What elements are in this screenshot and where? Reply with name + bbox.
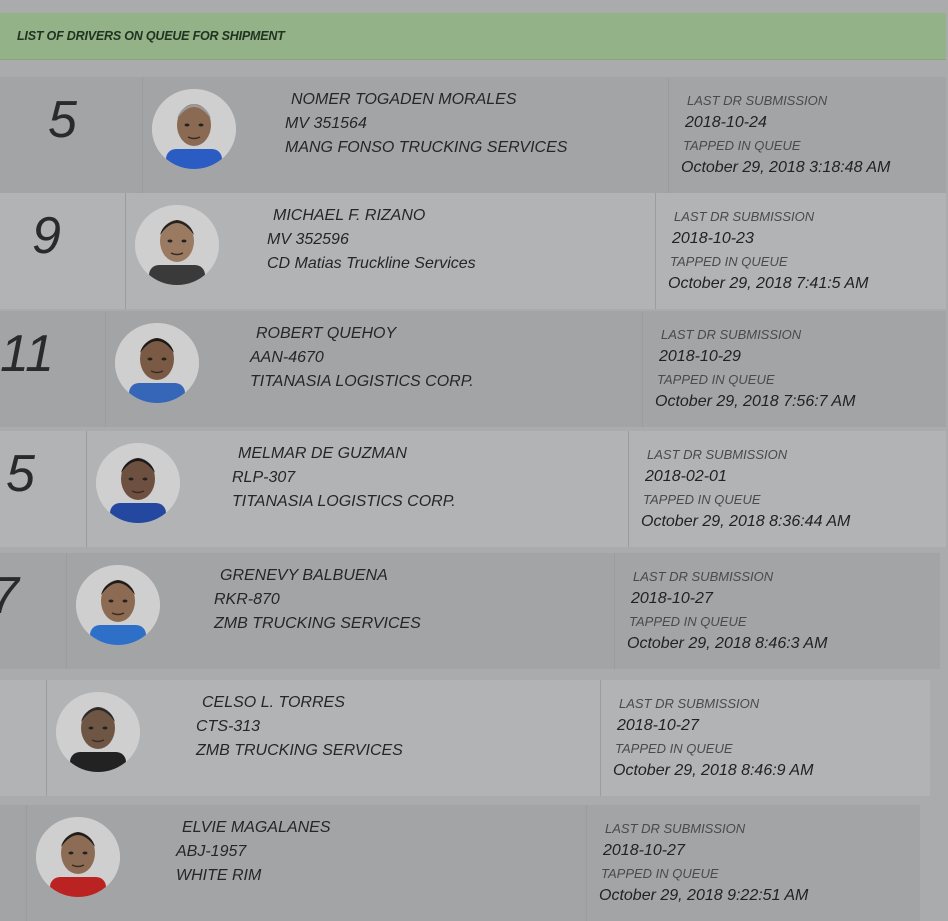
trucking-company: WHITE RIM bbox=[176, 867, 262, 884]
driver-row[interactable]: CELSO L. TORRES CTS-313 ZMB TRUCKING SERVI… bbox=[0, 680, 930, 796]
driver-name: NOMER TOGADEN MORALES bbox=[291, 91, 517, 108]
trucking-company: TITANASIA LOGISTICS CORP. bbox=[250, 373, 474, 390]
queue-number: 9 bbox=[32, 207, 61, 265]
last-dr-label: LAST DR SUBMISSION bbox=[647, 447, 788, 462]
tapped-label: TAPPED IN QUEUE bbox=[629, 614, 747, 629]
submission-info: LAST DR SUBMISSION 2018-02-01 TAPPED IN QU… bbox=[628, 431, 947, 547]
submission-info: LAST DR SUBMISSION 2018-10-23 TAPPED IN QU… bbox=[655, 193, 947, 309]
tapped-label: TAPPED IN QUEUE bbox=[670, 254, 788, 269]
queue-number-cell bbox=[0, 805, 27, 921]
truck-plate: ABJ-1957 bbox=[176, 843, 247, 860]
driver-name: MICHAEL F. RIZANO bbox=[273, 207, 426, 224]
submission-info: LAST DR SUBMISSION 2018-10-24 TAPPED IN QU… bbox=[668, 77, 947, 193]
tapped-time: October 29, 2018 8:36:44 AM bbox=[641, 513, 851, 530]
trucking-company: MANG FONSO TRUCKING SERVICES bbox=[285, 139, 568, 156]
driver-name: GRENEVY BALBUENA bbox=[220, 567, 388, 584]
tapped-time: October 29, 2018 7:56:7 AM bbox=[655, 393, 856, 410]
trucking-company: CD Matias Truckline Services bbox=[267, 255, 476, 272]
last-dr-date: 2018-10-24 bbox=[685, 114, 767, 131]
tapped-time: October 29, 2018 8:46:3 AM bbox=[627, 635, 828, 652]
last-dr-label: LAST DR SUBMISSION bbox=[605, 821, 746, 836]
driver-avatar bbox=[152, 89, 236, 169]
queue-number-cell bbox=[0, 680, 47, 796]
driver-row[interactable]: ELVIE MAGALANES ABJ-1957 WHITE RIM LAST DR … bbox=[0, 805, 920, 921]
submission-info: LAST DR SUBMISSION 2018-10-27 TAPPED IN QU… bbox=[586, 805, 921, 921]
submission-info: LAST DR SUBMISSION 2018-10-29 TAPPED IN QU… bbox=[642, 311, 947, 427]
driver-avatar bbox=[76, 565, 160, 645]
last-dr-date: 2018-10-27 bbox=[603, 842, 685, 859]
driver-row[interactable]: 5 NOMER TOGADEN MORALES MV 351564 MANG FON… bbox=[0, 77, 946, 193]
last-dr-label: LAST DR SUBMISSION bbox=[619, 696, 760, 711]
driver-info: MICHAEL F. RIZANO MV 352596 CD Matias Truc… bbox=[267, 204, 476, 276]
driver-info: NOMER TOGADEN MORALES MV 351564 MANG FONSO… bbox=[285, 88, 567, 160]
driver-name: MELMAR DE GUZMAN bbox=[238, 445, 407, 462]
last-dr-label: LAST DR SUBMISSION bbox=[674, 209, 815, 224]
last-dr-label: LAST DR SUBMISSION bbox=[687, 93, 828, 108]
driver-row[interactable]: 7 GRENEVY BALBUENA RKR-870 ZMB TRUCKING SE… bbox=[0, 553, 940, 669]
driver-avatar bbox=[135, 205, 219, 285]
submission-info: LAST DR SUBMISSION 2018-10-27 TAPPED IN QU… bbox=[614, 553, 941, 669]
tapped-time: October 29, 2018 3:18:48 AM bbox=[681, 159, 891, 176]
trucking-company: ZMB TRUCKING SERVICES bbox=[214, 615, 421, 632]
queue-number: 5 bbox=[6, 445, 35, 503]
truck-plate: CTS-313 bbox=[196, 718, 261, 735]
truck-plate: RLP-307 bbox=[232, 469, 296, 486]
last-dr-date: 2018-02-01 bbox=[645, 468, 727, 485]
driver-info: ELVIE MAGALANES ABJ-1957 WHITE RIM bbox=[176, 816, 331, 888]
tapped-time: October 29, 2018 7:41:5 AM bbox=[668, 275, 869, 292]
trucking-company: ZMB TRUCKING SERVICES bbox=[196, 742, 403, 759]
queue-number: 7 bbox=[0, 570, 19, 622]
tapped-time: October 29, 2018 8:46:9 AM bbox=[613, 762, 814, 779]
last-dr-date: 2018-10-27 bbox=[631, 590, 713, 607]
last-dr-date: 2018-10-29 bbox=[659, 348, 741, 365]
driver-avatar bbox=[96, 443, 180, 523]
last-dr-label: LAST DR SUBMISSION bbox=[661, 327, 802, 342]
tapped-label: TAPPED IN QUEUE bbox=[657, 372, 775, 387]
driver-info: CELSO L. TORRES CTS-313 ZMB TRUCKING SERVI… bbox=[196, 691, 403, 763]
truck-plate: RKR-870 bbox=[214, 591, 280, 608]
driver-info: MELMAR DE GUZMAN RLP-307 TITANASIA LOGISTI… bbox=[232, 442, 456, 514]
driver-name: ELVIE MAGALANES bbox=[182, 819, 331, 836]
driver-row[interactable]: 9 MICHAEL F. RIZANO MV 352596 CD Matias Tr… bbox=[0, 193, 946, 309]
last-dr-date: 2018-10-27 bbox=[617, 717, 699, 734]
driver-avatar bbox=[36, 817, 120, 897]
tapped-time: October 29, 2018 9:22:51 AM bbox=[599, 887, 809, 904]
queue-number-cell bbox=[0, 193, 126, 309]
queue-number: 5 bbox=[48, 91, 77, 149]
driver-row[interactable]: 5 MELMAR DE GUZMAN RLP-307 TITANASIA LOGIS… bbox=[0, 431, 946, 547]
truck-plate: MV 352596 bbox=[267, 231, 349, 248]
last-dr-date: 2018-10-23 bbox=[672, 230, 754, 247]
driver-info: ROBERT QUEHOY AAN-4670 TITANASIA LOGISTICS… bbox=[250, 322, 474, 394]
driver-row[interactable]: 11 ROBERT QUEHOY AAN-4670 TITANASIA LOGIST… bbox=[0, 311, 946, 427]
driver-name: CELSO L. TORRES bbox=[202, 694, 345, 711]
last-dr-label: LAST DR SUBMISSION bbox=[633, 569, 774, 584]
driver-queue-list: 5 NOMER TOGADEN MORALES MV 351564 MANG FON… bbox=[0, 0, 948, 921]
driver-name: ROBERT QUEHOY bbox=[256, 325, 397, 342]
driver-avatar bbox=[56, 692, 140, 772]
driver-info: GRENEVY BALBUENA RKR-870 ZMB TRUCKING SERV… bbox=[214, 564, 421, 636]
tapped-label: TAPPED IN QUEUE bbox=[643, 492, 761, 507]
tapped-label: TAPPED IN QUEUE bbox=[615, 741, 733, 756]
tapped-label: TAPPED IN QUEUE bbox=[683, 138, 801, 153]
tapped-label: TAPPED IN QUEUE bbox=[601, 866, 719, 881]
trucking-company: TITANASIA LOGISTICS CORP. bbox=[232, 493, 456, 510]
truck-plate: MV 351564 bbox=[285, 115, 367, 132]
driver-avatar bbox=[115, 323, 199, 403]
truck-plate: AAN-4670 bbox=[250, 349, 324, 366]
submission-info: LAST DR SUBMISSION 2018-10-27 TAPPED IN QU… bbox=[600, 680, 931, 796]
queue-number: 11 bbox=[0, 325, 54, 383]
